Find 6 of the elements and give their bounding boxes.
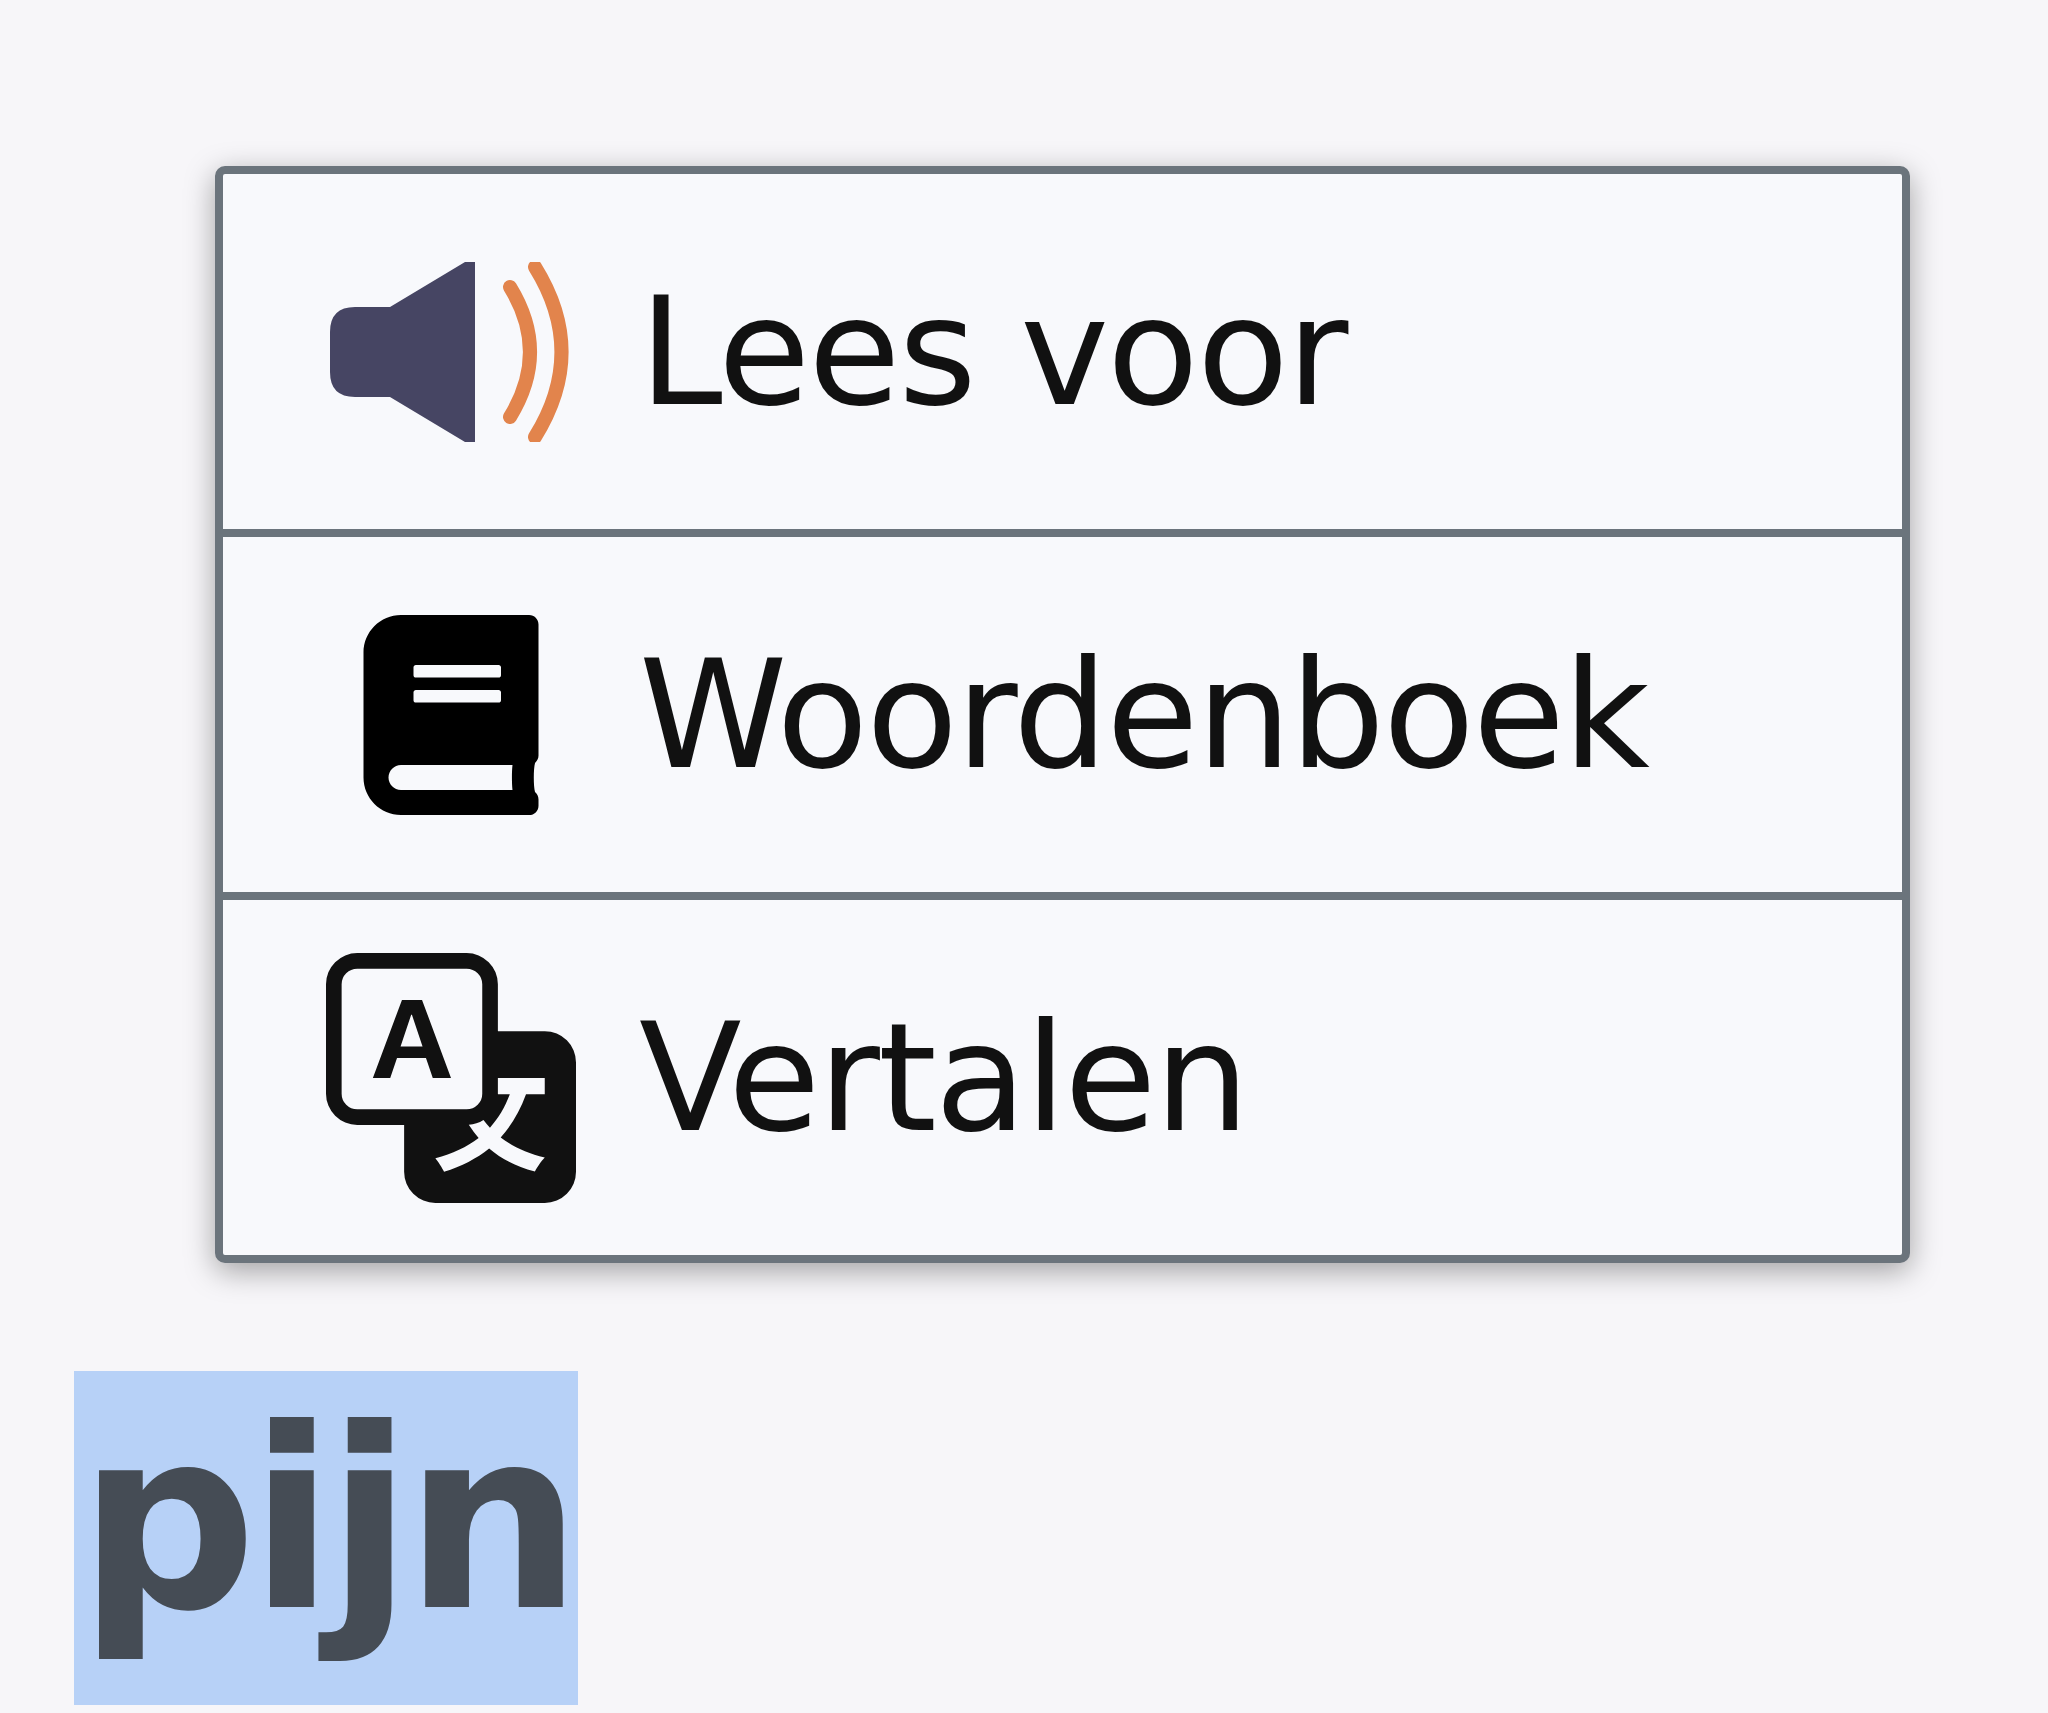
menu-item[interactable]: Vertalen: [639, 990, 1248, 1165]
translate-icon: [326, 952, 576, 1203]
speaker-icon: [330, 261, 572, 442]
selected-word: pijn: [74, 1371, 579, 1705]
menu-item[interactable]: Woordenboek: [639, 627, 1648, 802]
menu-item[interactable]: Lees voor: [639, 264, 1347, 439]
